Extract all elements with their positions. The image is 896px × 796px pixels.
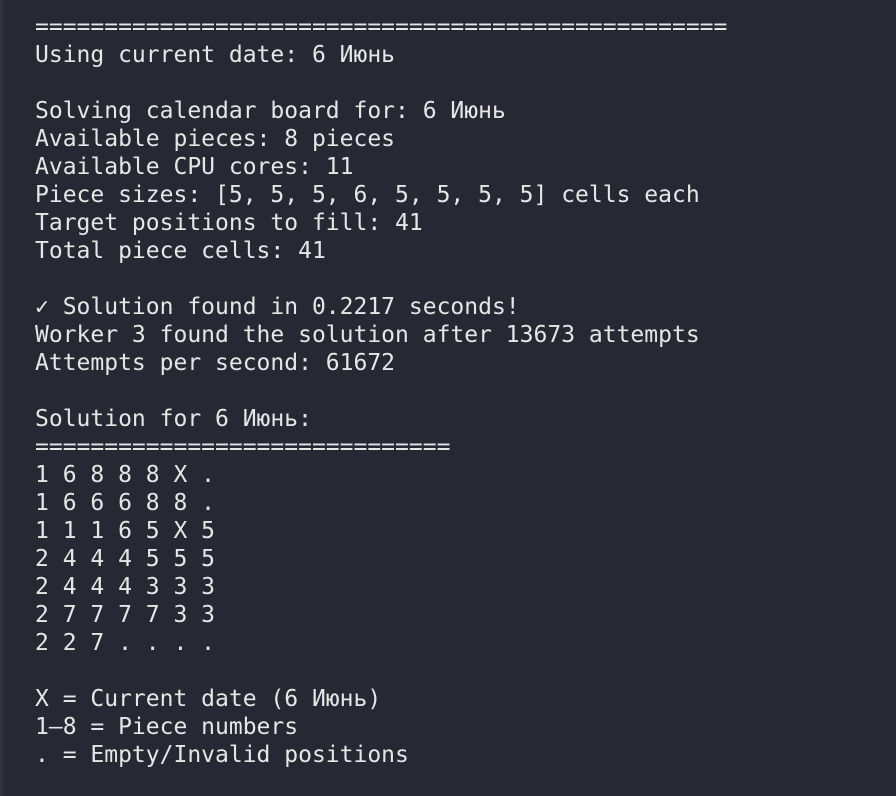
terminal-line: 1 1 1 6 5 X 5 xyxy=(35,518,216,544)
terminal-line: ============================== xyxy=(35,434,451,460)
terminal-line: Solving calendar board for: 6 Июнь xyxy=(35,98,506,124)
terminal-line: Target positions to fill: 41 xyxy=(35,210,423,236)
terminal-line: Using current date: 6 Июнь xyxy=(35,42,396,68)
terminal-line: Piece sizes: [5, 5, 5, 6, 5, 5, 5, 5] ce… xyxy=(35,182,700,208)
terminal-line: Total piece cells: 41 xyxy=(35,238,326,264)
terminal-line: Worker 3 found the solution after 13673 … xyxy=(35,322,700,348)
terminal-line: Solution for 6 Июнь: xyxy=(35,406,312,432)
terminal-line: ========================================… xyxy=(35,14,728,40)
terminal-line: . = Empty/Invalid positions xyxy=(35,742,409,768)
terminal-line: Available pieces: 8 pieces xyxy=(35,126,396,152)
terminal-line: Available CPU cores: 11 xyxy=(35,154,354,180)
terminal-line: 2 4 4 4 5 5 5 xyxy=(35,546,216,572)
terminal-line: 1–8 = Piece numbers xyxy=(35,714,299,740)
terminal-line: 2 2 7 . . . . xyxy=(35,630,216,656)
window-edge xyxy=(0,0,3,796)
terminal-line: 2 4 4 4 3 3 3 xyxy=(35,574,216,600)
terminal-line: 2 7 7 7 7 3 3 xyxy=(35,602,216,628)
terminal-line: ✓ Solution found in 0.2217 seconds! xyxy=(35,294,520,320)
terminal-line: 1 6 8 8 8 X . xyxy=(35,462,216,488)
terminal-line: X = Current date (6 Июнь) xyxy=(35,686,382,712)
terminal-line: 1 6 6 6 8 8 . xyxy=(35,490,216,516)
terminal-output: ========================================… xyxy=(35,13,727,769)
terminal-line: Attempts per second: 61672 xyxy=(35,350,396,376)
